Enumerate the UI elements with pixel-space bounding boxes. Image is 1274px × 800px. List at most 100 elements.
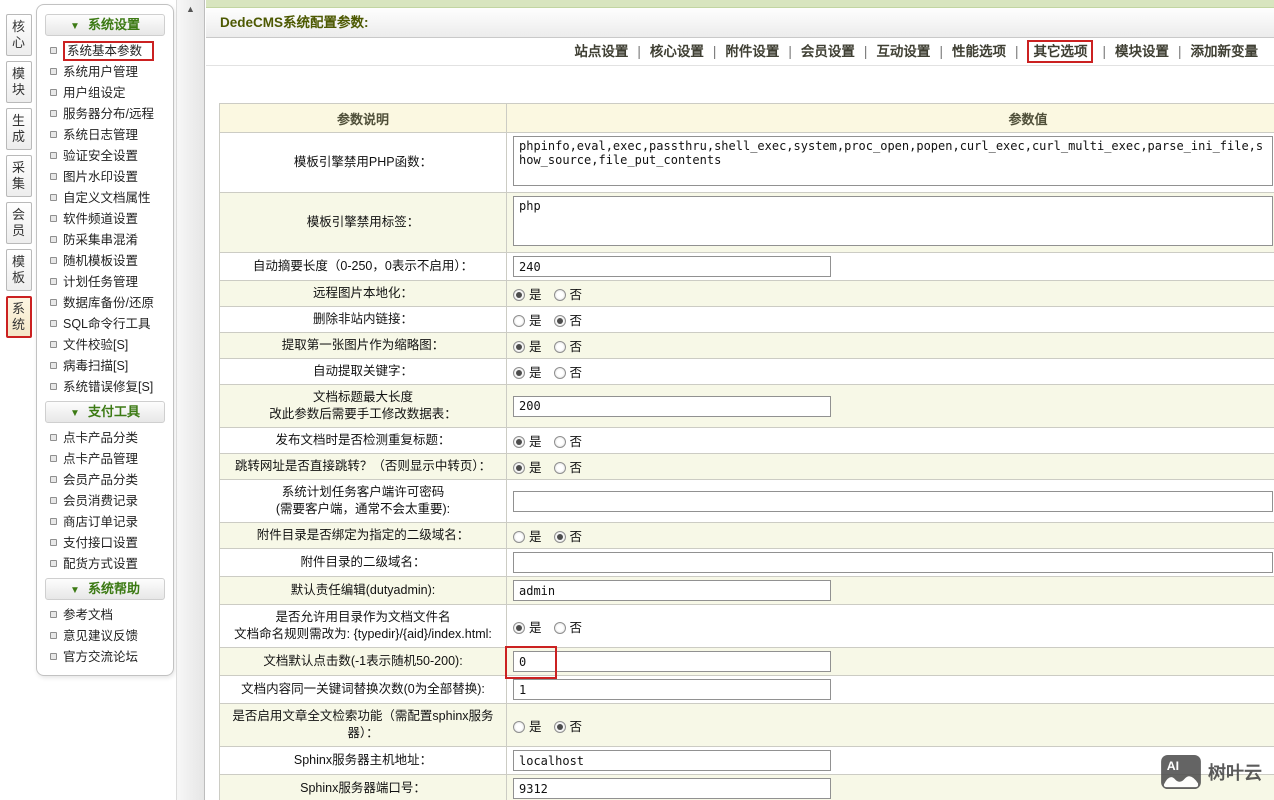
radio-yes-label: 是 [529, 621, 542, 635]
sidebar-section-header[interactable]: ▼支付工具 [45, 401, 165, 423]
param-input[interactable] [513, 651, 831, 672]
nav-tab-其它选项[interactable]: 其它选项 [1027, 40, 1093, 63]
radio-yes-label: 是 [529, 314, 542, 328]
module-tab-采集[interactable]: 采集 [6, 155, 32, 197]
bullet-icon [50, 611, 57, 618]
sidebar-item[interactable]: 官方交流论坛 [37, 647, 173, 668]
bullet-icon [50, 362, 57, 369]
sidebar-item[interactable]: 会员消费记录 [37, 491, 173, 512]
radio-yes[interactable] [513, 289, 525, 301]
sidebar-item[interactable]: 图片水印设置 [37, 167, 173, 188]
frame-divider[interactable]: ▲ [176, 0, 205, 800]
radio-no[interactable] [554, 341, 566, 353]
module-tab-模块[interactable]: 模块 [6, 61, 32, 103]
sidebar-item[interactable]: 商店订单记录 [37, 512, 173, 533]
radio-yes[interactable] [513, 315, 525, 327]
param-value-cell: 是否 [507, 523, 1274, 549]
sidebar-item[interactable]: 点卡产品管理 [37, 449, 173, 470]
nav-tab-会员设置[interactable]: 会员设置 [801, 44, 855, 59]
sidebar-item[interactable]: 系统日志管理 [37, 125, 173, 146]
param-input[interactable] [513, 778, 831, 799]
param-input[interactable] [513, 679, 831, 700]
radio-no[interactable] [554, 315, 566, 327]
bullet-icon [50, 632, 57, 639]
table-row: 系统计划任务客户端许可密码(需要客户端，通常不会太重要): [220, 480, 1274, 523]
sidebar-item[interactable]: 会员产品分类 [37, 470, 173, 491]
bullet-icon [50, 476, 57, 483]
sidebar-item[interactable]: 系统错误修复[S] [37, 377, 173, 398]
radio-no-label: 否 [570, 461, 583, 475]
sidebar-section-header[interactable]: ▼系统设置 [45, 14, 165, 36]
param-input-wrap [513, 136, 1273, 189]
param-input[interactable] [513, 256, 831, 277]
sidebar-item[interactable]: 防采集串混淆 [37, 230, 173, 251]
radio-no[interactable] [554, 289, 566, 301]
sidebar-item[interactable]: 意见建议反馈 [37, 626, 173, 647]
radio-yes[interactable] [513, 721, 525, 733]
sidebar-item-label: 系统错误修复[S] [63, 380, 153, 394]
nav-tab-添加新变量[interactable]: 添加新变量 [1191, 44, 1259, 59]
sidebar-item[interactable]: SQL命令行工具 [37, 314, 173, 335]
radio-yes[interactable] [513, 531, 525, 543]
radio-no[interactable] [554, 462, 566, 474]
param-input[interactable] [513, 552, 1273, 573]
sidebar-item[interactable]: 点卡产品分类 [37, 428, 173, 449]
radio-yes[interactable] [513, 436, 525, 448]
radio-yes[interactable] [513, 367, 525, 379]
table-row: 模板引擎禁用PHP函数： [220, 133, 1274, 193]
param-label: Sphinx服务器端口号： [220, 775, 507, 800]
module-tab-核心[interactable]: 核心 [6, 14, 32, 56]
module-tab-系统[interactable]: 系统 [6, 296, 32, 338]
sidebar-item[interactable]: 文件校验[S] [37, 335, 173, 356]
radio-no[interactable] [554, 721, 566, 733]
param-textarea[interactable] [513, 196, 1273, 246]
param-value-cell: 是否 [507, 428, 1274, 454]
nav-tab-站点设置[interactable]: 站点设置 [574, 44, 628, 59]
param-label: 删除非站内链接： [220, 307, 507, 333]
sidebar-item[interactable]: 验证安全设置 [37, 146, 173, 167]
sidebar-item[interactable]: 服务器分布/远程 [37, 104, 173, 125]
sidebar-item[interactable]: 自定义文档属性 [37, 188, 173, 209]
radio-no[interactable] [554, 367, 566, 379]
collapse-arrow-icon[interactable]: ▲ [177, 4, 204, 14]
radio-yes-label: 是 [529, 461, 542, 475]
radio-yes[interactable] [513, 341, 525, 353]
nav-tab-互动设置[interactable]: 互动设置 [876, 44, 930, 59]
sidebar-item[interactable]: 参考文档 [37, 605, 173, 626]
sidebar-item[interactable]: 系统基本参数 [37, 41, 173, 62]
sidebar-item[interactable]: 配货方式设置 [37, 554, 173, 575]
radio-no[interactable] [554, 531, 566, 543]
radio-no[interactable] [554, 622, 566, 634]
module-tab-会员[interactable]: 会员 [6, 202, 32, 244]
sidebar-item[interactable]: 软件频道设置 [37, 209, 173, 230]
nav-tab-模块设置[interactable]: 模块设置 [1115, 44, 1169, 59]
sidebar-item[interactable]: 病毒扫描[S] [37, 356, 173, 377]
param-input[interactable] [513, 750, 831, 771]
table-row: Sphinx服务器主机地址： [220, 747, 1274, 775]
nav-tab-核心设置[interactable]: 核心设置 [650, 44, 704, 59]
radio-no[interactable] [554, 436, 566, 448]
config-table: 参数说明 参数值 模板引擎禁用PHP函数：模板引擎禁用标签：自动摘要长度（0-2… [219, 103, 1274, 800]
nav-tab-性能选项[interactable]: 性能选项 [952, 44, 1006, 59]
sidebar-item[interactable]: 随机模板设置 [37, 251, 173, 272]
param-label-line: Sphinx服务器端口号： [226, 780, 500, 797]
param-input[interactable] [513, 491, 1273, 512]
radio-yes[interactable] [513, 462, 525, 474]
module-tab-模板[interactable]: 模板 [6, 249, 32, 291]
sidebar-item[interactable]: 数据库备份/还原 [37, 293, 173, 314]
sidebar-item[interactable]: 支付接口设置 [37, 533, 173, 554]
config-table-body: 模板引擎禁用PHP函数：模板引擎禁用标签：自动摘要长度（0-250，0表示不启用… [220, 133, 1274, 800]
sidebar-item[interactable]: 系统用户管理 [37, 62, 173, 83]
nav-tab-附件设置[interactable]: 附件设置 [725, 44, 779, 59]
bullet-icon [50, 341, 57, 348]
sidebar-item[interactable]: 用户组设定 [37, 83, 173, 104]
param-input[interactable] [513, 580, 831, 601]
table-row: 发布文档时是否检测重复标题：是否 [220, 428, 1274, 454]
sidebar-item-label: 点卡产品分类 [63, 431, 138, 445]
module-tab-生成[interactable]: 生成 [6, 108, 32, 150]
param-input[interactable] [513, 396, 831, 417]
sidebar-section-header[interactable]: ▼系统帮助 [45, 578, 165, 600]
param-textarea[interactable] [513, 136, 1273, 186]
sidebar-item[interactable]: 计划任务管理 [37, 272, 173, 293]
radio-yes[interactable] [513, 622, 525, 634]
